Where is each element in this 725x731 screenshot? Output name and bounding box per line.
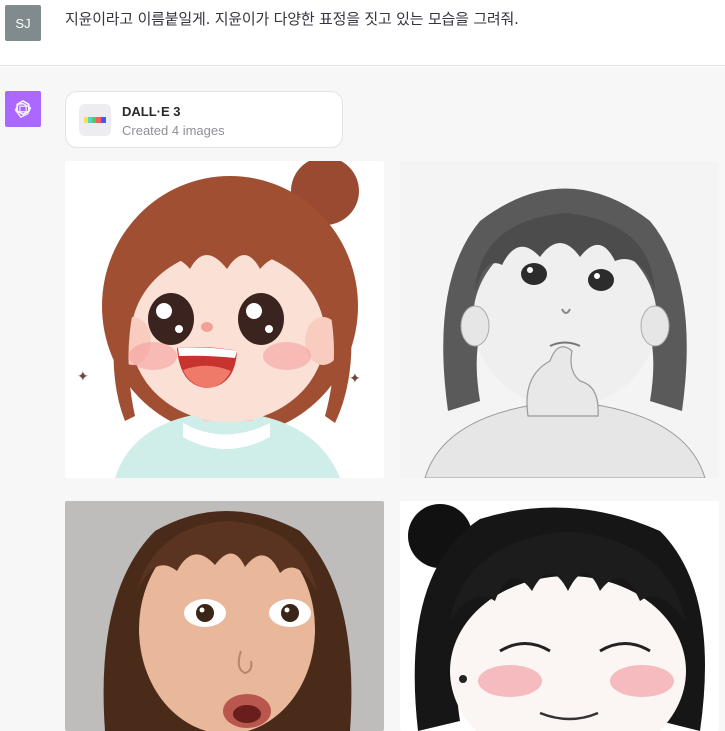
generated-image-1[interactable]: ✦ ✦	[65, 161, 384, 478]
user-message-row: SJ 지윤이라고 이름붙일게. 지윤이가 다양한 표정을 짓고 있는 모습을 그…	[0, 0, 725, 66]
svg-text:✦: ✦	[77, 369, 89, 385]
tool-status: Created 4 images	[122, 123, 225, 138]
generated-image-4[interactable]	[400, 501, 719, 731]
dalle-palette-icon	[79, 104, 111, 136]
tool-name: DALL·E 3	[122, 104, 181, 119]
generated-image-2[interactable]	[400, 161, 719, 478]
user-message-text: 지윤이라고 이름붙일게. 지윤이가 다양한 표정을 짓고 있는 모습을 그려줘.	[65, 10, 519, 28]
generated-image-3[interactable]	[65, 501, 384, 731]
assistant-message-row: DALL·E 3 Created 4 images ✦ ✦	[0, 67, 725, 731]
dalle-tool-card[interactable]: DALL·E 3 Created 4 images	[65, 91, 343, 148]
svg-text:✦: ✦	[349, 371, 361, 387]
openai-logo-icon	[5, 91, 41, 127]
user-avatar: SJ	[5, 5, 41, 41]
